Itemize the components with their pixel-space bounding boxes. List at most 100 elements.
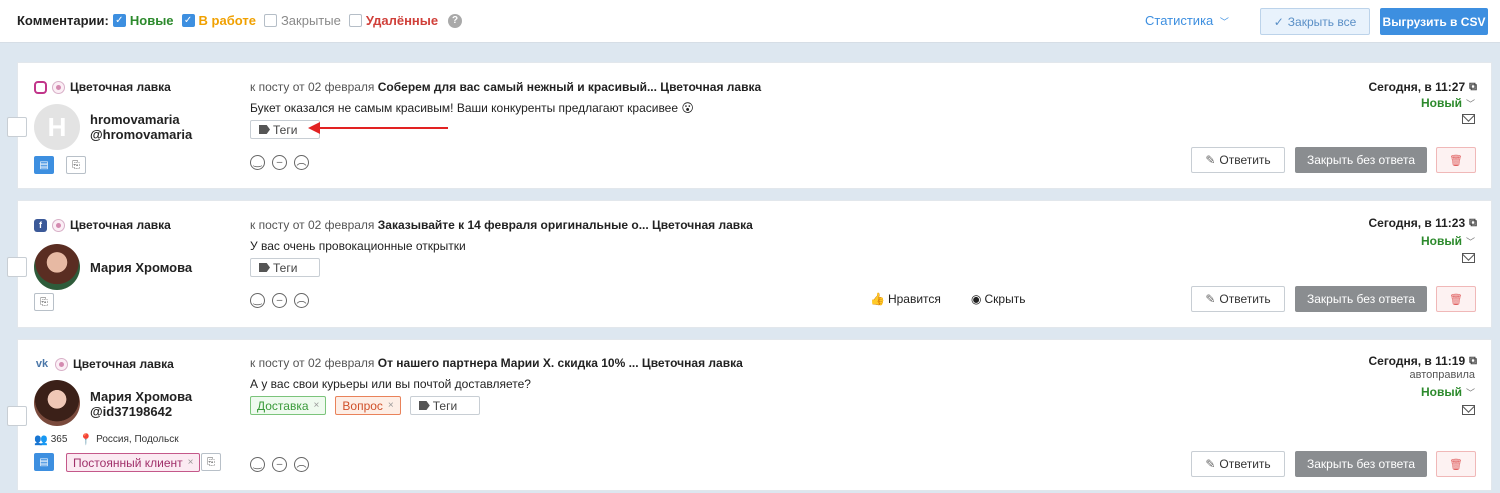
comment-card-3: vk Цветочная лавка Мария Хромова @id3719… [7,339,1492,491]
filter-deleted-checkbox[interactable] [348,14,362,27]
avatar [34,244,80,290]
neutral-smiley-icon[interactable]: – [272,155,287,170]
user-name[interactable]: Мария Хромова [90,389,192,404]
delete-button[interactable]: 🗑 [1436,286,1476,312]
export-csv-button[interactable]: Выгрузить в CSV [1380,8,1488,35]
post-reference: к посту от 02 февраля От нашего партнера… [250,356,743,370]
statistics-dropdown[interactable]: Статистика ﹀ [1145,13,1229,28]
shop-logo-icon [52,218,65,232]
filter-closed[interactable]: Закрытые [263,13,341,28]
select-checkbox[interactable] [7,406,27,426]
clipboard-icon[interactable]: ⎘ [66,156,86,174]
mail-icon[interactable] [1462,405,1475,415]
negative-smiley-icon[interactable]: ︵ [294,293,309,308]
filter-deleted[interactable]: Удалённые [348,13,438,28]
negative-smiley-icon[interactable]: ︵ [294,155,309,170]
mail-icon[interactable] [1462,253,1475,263]
tag-icon [259,263,270,272]
location-pin-icon: 📍 [79,434,94,446]
positive-smiley-icon[interactable]: ‿ [250,457,265,472]
comment-card-2: f Цветочная лавка Мария Хромова ⎘ к пост… [7,200,1492,328]
thumbs-up-icon: 👍 [870,292,885,306]
remove-tag-icon[interactable]: × [388,400,394,411]
filter-in-work-checkbox[interactable]: ✓ [181,14,195,27]
trash-icon: 🗑 [1449,154,1463,167]
post-reference: к посту от 02 февраля Соберем для вас са… [250,80,762,94]
status-dropdown[interactable]: Новый ﹀ [1421,96,1475,110]
pencil-icon: ✎ [1205,457,1216,471]
pencil-icon: ✎ [1205,292,1216,306]
pencil-icon: ✎ [1205,153,1216,167]
tag-chip[interactable]: Доставка × [250,396,327,415]
post-title-link[interactable]: Заказывайте к 14 февраля оригинальные о.… [378,218,753,232]
reply-button[interactable]: ✎ Ответить [1191,451,1285,477]
close-without-reply-button[interactable]: Закрыть без ответа [1295,451,1427,477]
remove-tag-icon[interactable]: × [314,400,320,411]
tags-button[interactable]: Теги [409,396,480,415]
comment-date: Сегодня, в 11:19 ⧉ [1368,354,1478,368]
neutral-smiley-icon[interactable]: – [272,293,287,308]
post-title-link[interactable]: От нашего партнера Марии Х. скидка 10% .… [378,356,743,370]
vk-icon: vk [35,358,49,370]
post-title-link[interactable]: Соберем для вас самый нежный и красивый.… [378,80,761,94]
comment-text: У вас очень провокационные открытки [250,239,466,253]
filter-closed-checkbox[interactable] [263,14,277,27]
tags-row: Теги [250,258,320,277]
chevron-down-icon: ﹀ [1465,98,1475,109]
external-link-icon[interactable]: ⧉ [1469,355,1477,368]
instagram-icon [34,80,47,94]
positive-smiley-icon[interactable]: ‿ [250,293,265,308]
filter-new[interactable]: ✓ Новые [112,13,174,28]
comment-source: Цветочная лавка [34,80,171,94]
external-link-icon[interactable]: ⧉ [1469,217,1477,230]
shop-logo-icon [52,80,65,94]
clipboard-icon[interactable]: ⎘ [34,293,54,311]
status-dropdown[interactable]: Новый ﹀ [1421,234,1475,248]
like-button[interactable]: 👍 Нравится [870,292,941,306]
user-handle[interactable]: @hromovamaria [90,127,192,142]
trash-icon: 🗑 [1449,293,1463,306]
tag-chip[interactable]: Вопрос × [335,396,401,415]
mail-icon[interactable] [1462,114,1475,124]
reply-button[interactable]: ✎ Ответить [1191,147,1285,173]
filter-new-checkbox[interactable]: ✓ [112,14,126,27]
sentiment-selector: ‿ – ︵ [250,457,316,472]
filter-in-work[interactable]: ✓ В работе [181,13,256,28]
close-without-reply-button[interactable]: Закрыть без ответа [1295,147,1427,173]
remove-tag-icon[interactable]: × [188,457,194,468]
comment-source: vk Цветочная лавка [35,357,174,371]
select-checkbox[interactable] [7,117,27,137]
positive-smiley-icon[interactable]: ‿ [250,155,265,170]
reply-button[interactable]: ✎ Ответить [1191,286,1285,312]
user-handle[interactable]: @id37198642 [90,404,172,419]
tags-button[interactable]: Теги [250,258,320,277]
hide-button[interactable]: ◉ Скрыть [971,292,1025,306]
post-reference: к посту от 02 февраля Заказывайте к 14 ф… [250,218,753,232]
negative-smiley-icon[interactable]: ︵ [294,457,309,472]
external-link-icon[interactable]: ⧉ [1469,81,1477,94]
clipboard-icon[interactable]: ⎘ [201,453,221,471]
help-icon[interactable]: ? [448,13,463,28]
check-icon: ✓ [1273,14,1284,29]
comment-date: Сегодня, в 11:23 ⧉ [1368,216,1478,230]
status-dropdown[interactable]: Новый ﹀ [1421,385,1475,399]
close-without-reply-button[interactable]: Закрыть без ответа [1295,286,1427,312]
comment-text: Букет оказался не самым красивым! Ваши к… [250,101,694,115]
neutral-smiley-icon[interactable]: – [272,457,287,472]
user-location: Россия, Подольск [96,434,179,445]
comment-filters: Комментарии: ✓ Новые ✓ В работе Закрытые… [17,13,463,28]
sentiment-selector: ‿ – ︵ [250,155,316,170]
client-tag[interactable]: Постоянный клиент × [66,453,201,472]
users-icon: 👥 [34,434,48,446]
comment-source: f Цветочная лавка [34,218,171,232]
user-name[interactable]: hromovamaria [90,112,180,127]
delete-button[interactable]: 🗑 [1436,451,1476,477]
user-name[interactable]: Мария Хромова [90,260,192,275]
close-all-button[interactable]: ✓ Закрыть все [1260,8,1370,35]
user-meta: 👥 365 📍 Россия, Подольск [34,433,179,446]
notes-icon[interactable]: ▤ [34,453,54,471]
notes-icon[interactable]: ▤ [34,156,54,174]
select-checkbox[interactable] [7,257,27,277]
tags-row: Доставка × Вопрос × Теги [250,396,480,415]
delete-button[interactable]: 🗑 [1436,147,1476,173]
